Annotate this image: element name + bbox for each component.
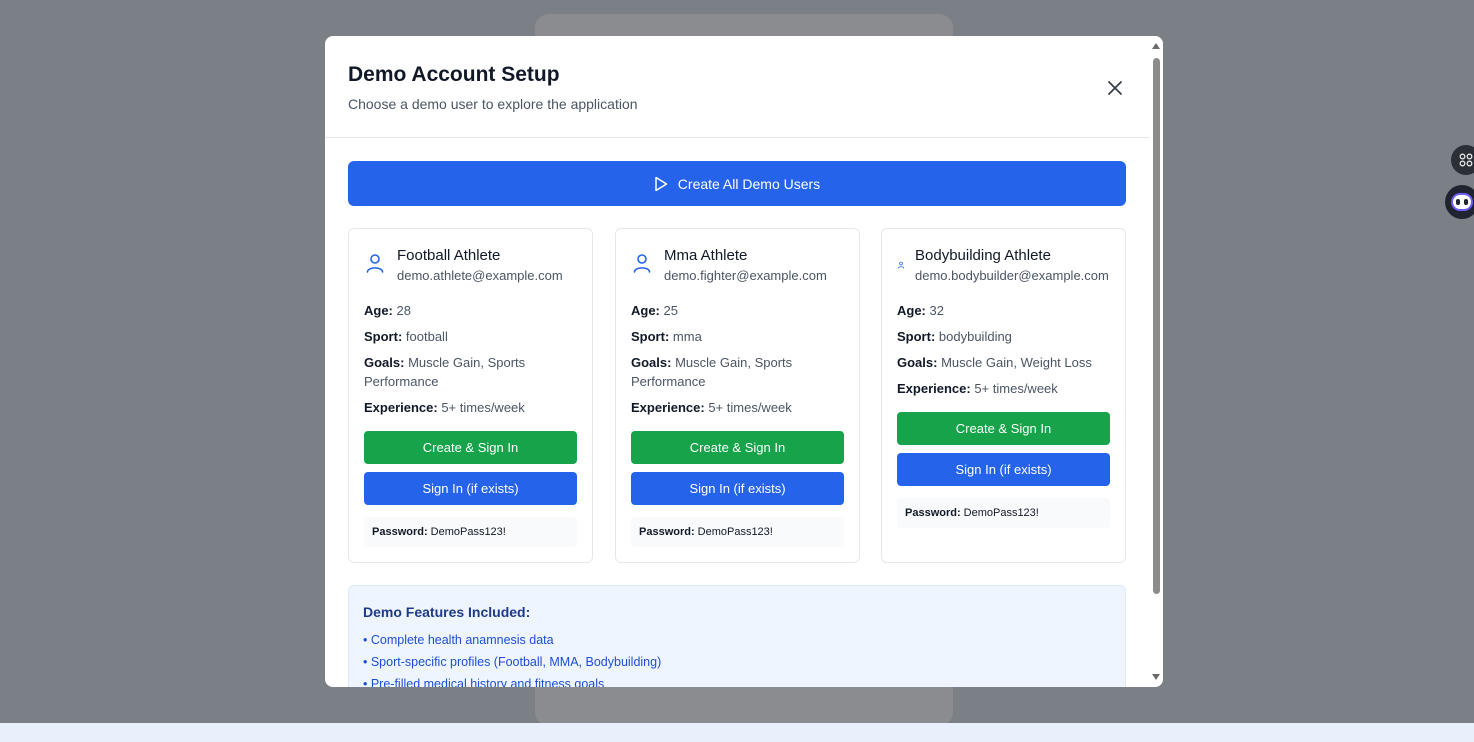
create-sign-in-button[interactable]: Create & Sign In xyxy=(897,412,1110,445)
modal-subtitle: Choose a demo user to explore the applic… xyxy=(348,96,638,112)
close-button[interactable] xyxy=(1103,76,1127,100)
user-goals: Goals: Muscle Gain, Sports Performance xyxy=(364,355,526,389)
sign-in-if-exists-button[interactable]: Sign In (if exists) xyxy=(631,472,844,505)
password-hint: Password: DemoPass123! xyxy=(364,517,577,547)
user-name: Bodybuilding Athlete xyxy=(915,247,1051,264)
user-name: Mma Athlete xyxy=(664,247,748,264)
user-experience: Experience: 5+ times/week xyxy=(364,400,525,415)
close-icon xyxy=(1108,81,1122,95)
scroll-up-arrow[interactable] xyxy=(1152,43,1160,49)
create-sign-in-button[interactable]: Create & Sign In xyxy=(631,431,844,464)
user-experience: Experience: 5+ times/week xyxy=(897,381,1058,396)
create-all-demo-users-button[interactable]: Create All Demo Users xyxy=(348,161,1126,206)
card-header: Football Athlete demo.athlete@example.co… xyxy=(364,246,582,286)
user-email: demo.athlete@example.com xyxy=(397,268,563,283)
user-name: Football Athlete xyxy=(397,247,501,264)
user-sport: Sport: football xyxy=(364,329,448,344)
demo-user-card-mma: Mma Athlete demo.fighter@example.com Age… xyxy=(615,228,860,563)
sign-in-if-exists-button[interactable]: Sign In (if exists) xyxy=(897,453,1110,486)
apps-grid-button[interactable] xyxy=(1451,145,1474,175)
create-sign-in-button[interactable]: Create & Sign In xyxy=(364,431,577,464)
password-hint: Password: DemoPass123! xyxy=(631,517,844,547)
user-age: Age: 25 xyxy=(631,303,678,318)
demo-user-card-bodybuilding: Bodybuilding Athlete demo.bodybuilder@ex… xyxy=(881,228,1126,563)
modal-title: Demo Account Setup xyxy=(348,63,560,86)
feature-item: • Sport-specific profiles (Football, MMA… xyxy=(363,655,662,669)
password-hint: Password: DemoPass123! xyxy=(897,498,1110,528)
features-title: Demo Features Included: xyxy=(363,604,531,620)
user-sport: Sport: mma xyxy=(631,329,702,344)
card-header: Mma Athlete demo.fighter@example.com xyxy=(631,246,849,286)
user-experience: Experience: 5+ times/week xyxy=(631,400,792,415)
scroll-thumb[interactable] xyxy=(1153,58,1160,594)
background-footer xyxy=(0,723,1474,742)
user-email: demo.fighter@example.com xyxy=(664,268,827,283)
user-sport: Sport: bodybuilding xyxy=(897,329,1012,344)
user-goals: Goals: Muscle Gain, Weight Loss xyxy=(897,355,1092,370)
card-header: Bodybuilding Athlete demo.bodybuilder@ex… xyxy=(897,246,1115,286)
assistant-bot-button[interactable] xyxy=(1445,185,1474,219)
demo-features-panel: Demo Features Included: • Complete healt… xyxy=(348,585,1126,687)
demo-account-modal: Demo Account Setup Choose a demo user to… xyxy=(325,36,1163,687)
feature-item: • Pre-filled medical history and fitness… xyxy=(363,677,605,687)
user-email: demo.bodybuilder@example.com xyxy=(915,268,1109,283)
modal-scrollbar[interactable] xyxy=(1149,36,1163,687)
feature-item: • Complete health anamnesis data xyxy=(363,633,554,647)
play-icon xyxy=(655,176,668,191)
modal-header: Demo Account Setup Choose a demo user to… xyxy=(325,36,1149,138)
grid-icon xyxy=(1459,153,1473,167)
create-all-label: Create All Demo Users xyxy=(677,175,821,192)
user-icon xyxy=(633,254,651,273)
user-icon xyxy=(366,254,384,273)
sign-in-if-exists-button[interactable]: Sign In (if exists) xyxy=(364,472,577,505)
scroll-down-arrow[interactable] xyxy=(1152,674,1160,680)
demo-user-card-football: Football Athlete demo.athlete@example.co… xyxy=(348,228,593,563)
user-icon xyxy=(897,261,905,269)
bot-icon xyxy=(1451,193,1473,211)
user-age: Age: 28 xyxy=(364,303,411,318)
user-age: Age: 32 xyxy=(897,303,944,318)
user-goals: Goals: Muscle Gain, Sports Performance xyxy=(631,355,793,389)
